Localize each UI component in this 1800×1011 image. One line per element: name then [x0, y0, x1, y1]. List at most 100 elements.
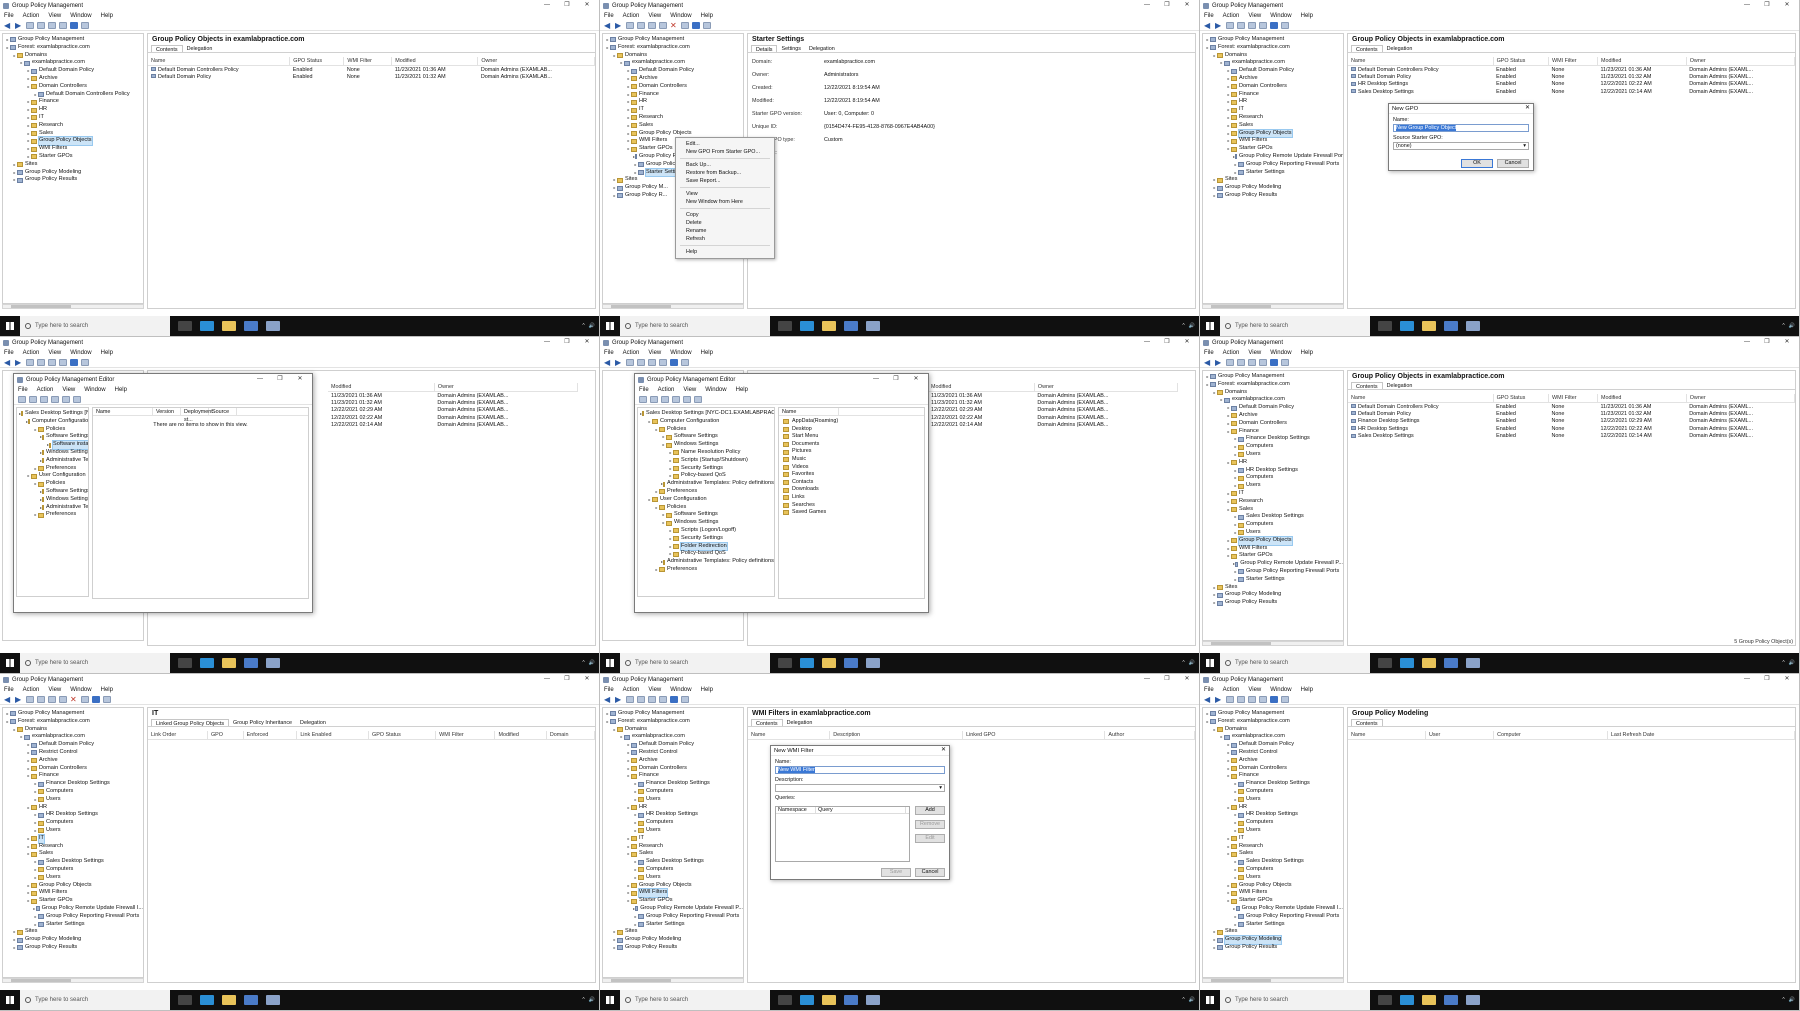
- refresh-icon[interactable]: [1259, 358, 1267, 366]
- file-explorer-icon[interactable]: [1422, 658, 1436, 668]
- tree-node[interactable]: ▸ Computers: [1203, 443, 1343, 451]
- tree-scrollbar[interactable]: [2, 978, 144, 983]
- taskbar-search[interactable]: Type here to search: [20, 316, 170, 336]
- gpmc-icon[interactable]: [866, 321, 880, 331]
- tree-node[interactable]: ▸ Sales Desktop Settings: [1203, 858, 1343, 866]
- help-icon[interactable]: [1270, 695, 1278, 703]
- tree-node[interactable]: ▸ Windows Settings: [17, 496, 88, 504]
- table-row[interactable]: 12/22/2021 02:14 AM Domain Admins (EXAMLA…: [328, 422, 578, 430]
- properties-icon[interactable]: [51, 395, 59, 403]
- tree-node[interactable]: ▸ examlabpractice.com: [3, 59, 143, 67]
- tree-node[interactable]: ▸ Sales: [3, 130, 143, 138]
- view-icon[interactable]: [1281, 695, 1289, 703]
- tree-node[interactable]: ▸ Domain Controllers: [1203, 83, 1343, 91]
- view-icon[interactable]: [703, 21, 711, 29]
- tree-node[interactable]: ▸ Preferences: [638, 566, 774, 574]
- tab-delegation[interactable]: Delegation: [183, 45, 217, 52]
- tree-scrollbar[interactable]: [1202, 304, 1344, 309]
- tree-node[interactable]: ▸ Research: [3, 122, 143, 130]
- tree-node[interactable]: ▸ Domains: [3, 52, 143, 60]
- back-icon[interactable]: [639, 395, 647, 403]
- scrollbar-thumb[interactable]: [1211, 305, 1271, 308]
- tray-overflow-icon[interactable]: ^: [1182, 660, 1184, 666]
- tree-node[interactable]: ▸Group Policy Reporting Firewall Ports: [3, 913, 143, 921]
- properties-icon[interactable]: [48, 358, 56, 366]
- source-starter-select[interactable]: (none): [1393, 142, 1529, 150]
- back-icon[interactable]: ◀: [1204, 21, 1212, 29]
- maximize-button[interactable]: ❐: [1157, 674, 1177, 685]
- context-menu-item[interactable]: New GPO From Starter GPO...: [676, 148, 774, 156]
- column-header[interactable]: Author: [1104, 731, 1195, 740]
- tree-node[interactable]: ▸ Archive: [3, 757, 143, 765]
- tree-node[interactable]: ▸ Policies: [17, 426, 88, 434]
- tree-node[interactable]: ▸ Finance Desktop Settings: [1203, 435, 1343, 443]
- menu-view[interactable]: View: [62, 387, 75, 393]
- column-header[interactable]: Modified: [1597, 394, 1687, 403]
- tree-node[interactable]: ▸ Windows Settings: [17, 449, 88, 457]
- tree-node[interactable]: ▸ Policies: [638, 504, 774, 512]
- tree-node[interactable]: ▸ Sites: [603, 928, 743, 936]
- menu-file[interactable]: File: [4, 350, 14, 356]
- tree-node[interactable]: ▸ Default Domain Controllers Policy: [3, 91, 143, 99]
- menu-file[interactable]: File: [604, 13, 614, 19]
- maximize-button[interactable]: ❐: [1757, 0, 1777, 11]
- tree-node[interactable]: ▸ Computers: [603, 819, 743, 827]
- tree-node[interactable]: ▸ Users: [1203, 529, 1343, 537]
- table-row[interactable]: Default Domain Controllers Policy Enabled…: [1348, 403, 1795, 411]
- close-button[interactable]: ✕: [1777, 337, 1797, 348]
- tree-node[interactable]: ▸ Computer Configuration: [638, 418, 774, 426]
- tree-node[interactable]: ▸ HR: [1203, 804, 1343, 812]
- close-button[interactable]: ✕: [1177, 674, 1197, 685]
- column-header[interactable]: Link Order: [148, 731, 208, 740]
- properties-icon[interactable]: [648, 695, 656, 703]
- help-icon[interactable]: [70, 21, 78, 29]
- tree-node[interactable]: ▸ Group Policy Results: [3, 176, 143, 184]
- back-icon[interactable]: ◀: [1204, 358, 1212, 366]
- tree-node[interactable]: ▸ Users: [1203, 874, 1343, 882]
- tree-node[interactable]: ▸ Research: [1203, 114, 1343, 122]
- menu-window[interactable]: Window: [84, 387, 105, 393]
- tree-node[interactable]: ▸ IT: [3, 833, 143, 844]
- edge-icon[interactable]: [200, 658, 214, 668]
- tree-node[interactable]: ▸ Group Policy Objects: [1203, 128, 1343, 139]
- tree-node[interactable]: ▸ Domains: [1203, 389, 1343, 397]
- minimize-button[interactable]: —: [1737, 674, 1757, 685]
- tree-node[interactable]: ▸ Domain Controllers: [1203, 765, 1343, 773]
- column-header[interactable]: Owner: [1686, 57, 1795, 66]
- back-icon[interactable]: ◀: [604, 695, 612, 703]
- menu-action[interactable]: Action: [658, 387, 675, 393]
- refresh-icon[interactable]: [62, 395, 70, 403]
- properties-icon[interactable]: [648, 21, 656, 29]
- menu-file[interactable]: File: [1204, 687, 1214, 693]
- tab-details[interactable]: Details: [751, 45, 778, 53]
- tree-node[interactable]: ▸ HR: [3, 106, 143, 114]
- refresh-icon[interactable]: [1259, 21, 1267, 29]
- task-view-icon[interactable]: [178, 658, 192, 668]
- scrollbar-thumb[interactable]: [11, 979, 71, 982]
- file-explorer-icon[interactable]: [822, 995, 836, 1005]
- server-manager-icon[interactable]: [244, 658, 258, 668]
- close-button[interactable]: ✕: [577, 674, 597, 685]
- cancel-button[interactable]: Cancel: [1497, 159, 1529, 168]
- add-query-button[interactable]: Add: [915, 806, 945, 815]
- context-menu-item[interactable]: Help: [676, 248, 774, 256]
- tree-node[interactable]: ▸ Sales Desktop Settings: [1203, 513, 1343, 521]
- tree-node[interactable]: ▸ Sales: [1203, 122, 1343, 130]
- minimize-button[interactable]: —: [1737, 0, 1757, 11]
- table-row[interactable]: Finance Desktop Settings Enabled None 12/22…: [1348, 418, 1795, 426]
- tray-overflow-icon[interactable]: ^: [1782, 660, 1784, 666]
- tree-node[interactable]: ▸ examlabpractice.com: [1203, 396, 1343, 404]
- export-icon[interactable]: [81, 695, 89, 703]
- view-icon[interactable]: [1281, 21, 1289, 29]
- minimize-button[interactable]: —: [1137, 0, 1157, 11]
- view-icon[interactable]: [1281, 358, 1289, 366]
- show-hide-tree-icon[interactable]: [637, 21, 645, 29]
- tree-node[interactable]: ▸ Finance: [603, 91, 743, 99]
- back-icon[interactable]: ◀: [4, 358, 12, 366]
- scrollbar-thumb[interactable]: [11, 305, 71, 308]
- tree-node[interactable]: ▸Sales Desktop Settings [NYC-DC...: [17, 410, 88, 418]
- tree-node[interactable]: ▸ Starter Settings: [1203, 169, 1343, 177]
- menu-help[interactable]: Help: [701, 13, 713, 19]
- tree-node[interactable]: ▸ Group Policy Management: [1203, 373, 1343, 381]
- server-manager-icon[interactable]: [1444, 321, 1458, 331]
